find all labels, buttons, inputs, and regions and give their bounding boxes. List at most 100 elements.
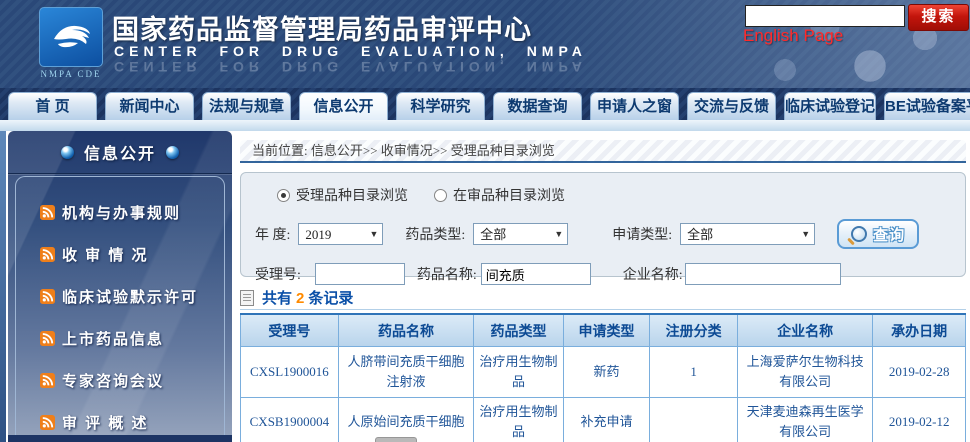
col-drug-name: 药品名称 bbox=[338, 314, 473, 347]
table-cell: 治疗用生物制品 bbox=[474, 347, 564, 398]
col-company: 企业名称 bbox=[737, 314, 872, 347]
radio-label-under-review[interactable]: 在审品种目录浏览 bbox=[453, 185, 565, 205]
drug-name-label: 药品名称: bbox=[417, 264, 477, 284]
nav-tab-research[interactable]: 科学研究 bbox=[396, 92, 485, 120]
table-cell: 人脐带间充质干细胞注射液 bbox=[338, 347, 473, 398]
acceptance-no-input[interactable] bbox=[315, 263, 405, 285]
swan-logo-icon bbox=[39, 7, 103, 67]
list-icon bbox=[240, 290, 254, 306]
sidebar-item-acceptance-review[interactable]: 收 审 情 况 bbox=[16, 233, 224, 275]
sidebar-item-label: 临床试验默示许可 bbox=[62, 286, 198, 307]
drug-type-select-value: 全部 bbox=[480, 227, 506, 242]
sidebar-menu: 机构与办事规则 收 审 情 况 临床试验默示许可 上市药品信息 专家咨询会议 审… bbox=[15, 176, 225, 442]
nav-tab-applicant-window[interactable]: 申请人之窗 bbox=[590, 92, 679, 120]
rss-icon bbox=[40, 331, 55, 346]
nav-tab-data-query[interactable]: 数据查询 bbox=[493, 92, 582, 120]
col-apply-type: 申请类型 bbox=[563, 314, 650, 347]
nav-tab-clinical-trial-registry[interactable]: 临床试验登记 bbox=[784, 92, 876, 120]
rss-icon bbox=[40, 205, 55, 220]
table-cell: 天津麦迪森再生医学有限公司 bbox=[737, 398, 872, 442]
drug-type-select[interactable]: 全部 ▼ bbox=[473, 223, 568, 245]
sidebar: 信息公开 机构与办事规则 收 审 情 况 临床试验默示许可 上市药品信息 bbox=[8, 131, 232, 442]
table-cell: 人原始间充质干细胞 bbox=[338, 398, 473, 442]
table-cell: 新药 bbox=[563, 347, 650, 398]
sidebar-item-clinical-implied-license[interactable]: 临床试验默示许可 bbox=[16, 275, 224, 317]
main-content: 当前位置: 信息公开>> 收审情况>> 受理品种目录浏览 受理品种目录浏览 在审… bbox=[240, 131, 966, 442]
header-search-button[interactable]: 搜索 bbox=[908, 4, 969, 31]
header-search-input[interactable] bbox=[745, 5, 905, 27]
sidebar-item-label: 收 审 情 况 bbox=[62, 244, 149, 265]
table-cell: 2019-02-12 bbox=[873, 398, 966, 442]
nav-bottom-strip bbox=[0, 120, 970, 131]
site-subtitle: CENTER FOR DRUG EVALUATION, NMPA bbox=[114, 43, 587, 59]
apply-type-select[interactable]: 全部 ▼ bbox=[680, 223, 815, 245]
result-count: 2 bbox=[292, 290, 308, 307]
nav-tab-feedback[interactable]: 交流与反馈 bbox=[687, 92, 776, 120]
radio-label-accepted[interactable]: 受理品种目录浏览 bbox=[296, 185, 408, 205]
table-cell: 2019-02-28 bbox=[873, 347, 966, 398]
nav-tab-home[interactable]: 首 页 bbox=[8, 92, 97, 120]
company-name-input[interactable] bbox=[685, 263, 841, 285]
chevron-down-icon: ▼ bbox=[801, 224, 810, 245]
apply-type-select-value: 全部 bbox=[687, 227, 713, 242]
col-drug-type: 药品类型 bbox=[474, 314, 564, 347]
rss-icon bbox=[40, 415, 55, 430]
left-edge-strip bbox=[0, 131, 6, 442]
sidebar-item-label: 机构与办事规则 bbox=[62, 202, 181, 223]
query-button[interactable]: 查询 bbox=[837, 219, 919, 249]
select-filter-row: 年 度: 2019 ▼ 药品类型: 全部 ▼ 申请类型: 全部 ▼ 查询 bbox=[255, 219, 965, 249]
col-date: 承办日期 bbox=[873, 314, 966, 347]
table-row: CXSL1900016 人脐带间充质干细胞注射液 治疗用生物制品 新药 1 上海… bbox=[241, 347, 966, 398]
table-header-row: 受理号 药品名称 药品类型 申请类型 注册分类 企业名称 承办日期 bbox=[241, 314, 966, 347]
nav-tab-info-disclosure[interactable]: 信息公开 bbox=[299, 92, 388, 120]
company-name-label: 企业名称: bbox=[623, 264, 683, 284]
sidebar-header: 信息公开 bbox=[8, 131, 232, 174]
year-select-value: 2019 bbox=[305, 227, 331, 242]
nav-tab-regulations[interactable]: 法规与规章 bbox=[202, 92, 291, 120]
browse-mode-row: 受理品种目录浏览 在审品种目录浏览 bbox=[277, 185, 965, 205]
orb-icon bbox=[61, 146, 74, 159]
nmpa-logo[interactable]: NMPA CDE bbox=[38, 7, 104, 81]
breadcrumb: 当前位置: 信息公开>> 收审情况>> 受理品种目录浏览 bbox=[240, 140, 966, 163]
table-cell: CXSL1900016 bbox=[241, 347, 339, 398]
site-subtitle-reflection: CENTER FOR DRUG EVALUATION, NMPA bbox=[114, 59, 587, 75]
chevron-down-icon: ▼ bbox=[554, 224, 563, 245]
summary-divider bbox=[240, 309, 966, 310]
sidebar-item-label: 上市药品信息 bbox=[62, 328, 164, 349]
sidebar-item-marketed-drug-info[interactable]: 上市药品信息 bbox=[16, 317, 224, 359]
sidebar-item-label: 专家咨询会议 bbox=[62, 370, 164, 391]
rss-icon bbox=[40, 289, 55, 304]
drug-type-label: 药品类型: bbox=[405, 224, 465, 244]
site-header: NMPA CDE 国家药品监督管理局药品审评中心 CENTER FOR DRUG… bbox=[0, 0, 970, 88]
text-filter-row: 受理号: 药品名称: 企业名称: bbox=[255, 263, 965, 285]
sidebar-item-expert-meetings[interactable]: 专家咨询会议 bbox=[16, 359, 224, 401]
filter-panel: 受理品种目录浏览 在审品种目录浏览 年 度: 2019 ▼ 药品类型: 全部 ▼… bbox=[240, 172, 966, 277]
radio-under-review-catalog[interactable] bbox=[434, 189, 447, 202]
sidebar-title: 信息公开 bbox=[84, 140, 156, 164]
logo-caption: NMPA CDE bbox=[38, 69, 104, 79]
nav-tab-be-platform[interactable]: BE试验备案平台 bbox=[884, 92, 970, 120]
chevron-down-icon: ▼ bbox=[369, 224, 378, 245]
orb-icon bbox=[166, 146, 179, 159]
apply-type-label: 申请类型: bbox=[612, 224, 672, 244]
result-summary: 共有2条记录 bbox=[240, 287, 353, 308]
query-button-label: 查询 bbox=[873, 224, 905, 245]
nav-tab-news[interactable]: 新闻中心 bbox=[105, 92, 194, 120]
english-page-link[interactable]: English Page bbox=[743, 26, 843, 46]
pagination-partial[interactable] bbox=[375, 437, 417, 442]
table-row: CXSB1900004 人原始间充质干细胞 治疗用生物制品 补充申请 天津麦迪森… bbox=[241, 398, 966, 442]
sidebar-item-org-rules[interactable]: 机构与办事规则 bbox=[16, 191, 224, 233]
sidebar-footer-bar bbox=[8, 435, 232, 442]
magnifier-icon bbox=[851, 226, 867, 242]
table-cell bbox=[650, 398, 738, 442]
table-cell: CXSB1900004 bbox=[241, 398, 339, 442]
year-select[interactable]: 2019 ▼ bbox=[298, 223, 383, 245]
year-label: 年 度: bbox=[255, 224, 290, 244]
drug-name-input[interactable] bbox=[481, 263, 591, 285]
result-summary-text: 共有2条记录 bbox=[262, 287, 353, 308]
table-cell: 上海爱萨尔生物科技有限公司 bbox=[737, 347, 872, 398]
main-nav: 首 页 新闻中心 法规与规章 信息公开 科学研究 数据查询 申请人之窗 交流与反… bbox=[0, 88, 970, 120]
col-acceptance-no: 受理号 bbox=[241, 314, 339, 347]
radio-accepted-catalog[interactable] bbox=[277, 189, 290, 202]
table-cell: 补充申请 bbox=[563, 398, 650, 442]
